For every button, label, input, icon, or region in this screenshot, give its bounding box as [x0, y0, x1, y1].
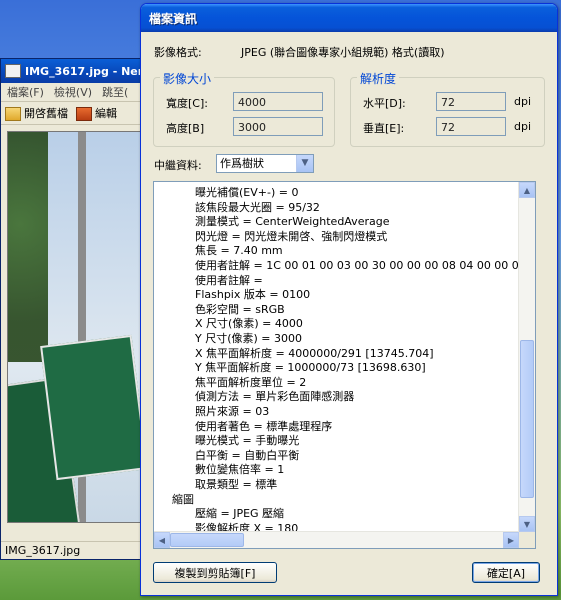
metadata-rows: 曝光補償(EV+-) = 0 該焦段最大光圈 = 95/32 測量模式 = Cent… — [154, 182, 519, 532]
horizontal-field[interactable]: 72 — [436, 92, 506, 111]
horizontal-label: 水平[D]: — [363, 97, 406, 110]
chevron-down-icon[interactable]: ▼ — [296, 155, 313, 172]
metadata-row[interactable]: 曝光模式 = 手動曝光 — [195, 433, 299, 448]
metadata-row[interactable]: 該焦段最大光圈 = 95/32 — [195, 200, 320, 215]
image-file-icon — [5, 64, 21, 78]
width-label: 寬度[C]: — [166, 97, 208, 110]
scroll-corner — [519, 532, 535, 548]
vertical-field[interactable]: 72 — [436, 117, 506, 136]
metadata-row[interactable]: 使用者註解 = — [195, 273, 263, 288]
metadata-row[interactable]: Y 焦平面解析度 = 1000000/73 [13698.630] — [195, 360, 426, 375]
background-window: IMG_3617.jpg - Nero 檔案(F) 檢視(V) 跳至( 開啓舊檔… — [0, 58, 152, 560]
metadata-row[interactable]: 曝光補償(EV+-) = 0 — [195, 185, 298, 200]
metadata-row[interactable]: 測量模式 = CenterWeightedAverage — [195, 214, 389, 229]
menu-view[interactable]: 檢視(V) — [54, 84, 92, 100]
metadata-row[interactable]: 縮圖 — [172, 492, 194, 507]
scroll-right-button[interactable]: ▶ — [503, 532, 519, 548]
metadata-row[interactable]: 色彩空間 = sRGB — [195, 302, 285, 317]
metadata-row[interactable]: 焦長 = 7.40 mm — [195, 243, 283, 258]
metadata-row[interactable]: 取景類型 = 標準 — [195, 477, 277, 492]
photo-sign — [40, 334, 142, 481]
background-window-title: IMG_3617.jpg - Nero — [25, 64, 151, 78]
status-bar: IMG_3617.jpg — [1, 541, 151, 559]
image-size-legend: 影像大小 — [160, 70, 215, 87]
open-button[interactable]: 開啓舊檔 — [5, 105, 68, 121]
dialog-titlebar[interactable]: 檔案資訊 — [141, 4, 557, 32]
metadata-row[interactable]: 偵測方法 = 單片彩色面陣感測器 — [195, 389, 354, 404]
metadata-view-select[interactable]: 作爲樹狀 ▼ — [216, 154, 314, 173]
toolbar: 開啓舊檔 編輯 — [1, 102, 151, 125]
metadata-row[interactable]: 使用者註解 = 1C 00 01 00 03 00 30 00 00 00 08… — [195, 258, 519, 273]
horizontal-unit: dpi — [514, 95, 532, 108]
width-field[interactable]: 4000 — [233, 92, 323, 111]
scroll-up-button[interactable]: ▲ — [519, 182, 535, 198]
height-label: 高度[B] — [166, 122, 205, 135]
vertical-scrollbar[interactable]: ▲ ▼ — [518, 182, 535, 532]
edit-image-icon — [76, 107, 92, 121]
edit-button[interactable]: 編輯 — [76, 105, 117, 121]
metadata-row[interactable]: 焦平面解析度單位 = 2 — [195, 375, 306, 390]
height-field[interactable]: 3000 — [233, 117, 323, 136]
file-info-dialog: 檔案資訊 影像格式: JPEG (聯合圖像專家小組規範) 格式(讀取) 影像大小… — [140, 3, 558, 596]
copy-to-clipboard-button[interactable]: 複製到剪貼簿[F] — [153, 562, 277, 583]
vertical-scroll-thumb[interactable] — [520, 340, 534, 498]
photo-tree — [8, 132, 48, 362]
photo-preview — [7, 131, 143, 523]
metadata-row[interactable]: Flashpix 版本 = 0100 — [195, 287, 310, 302]
metadata-label: 中繼資料: — [154, 159, 202, 172]
horizontal-scroll-thumb[interactable] — [170, 533, 244, 547]
dialog-title: 檔案資訊 — [149, 11, 198, 26]
format-value: JPEG (聯合圖像專家小組規範) 格式(讀取) — [241, 46, 445, 59]
metadata-row[interactable]: X 尺寸(像素) = 4000 — [195, 316, 303, 331]
resolution-group: 解析度 水平[D]: 72 dpi 垂直[E]: 72 dpi — [350, 70, 545, 147]
menubar: 檔案(F) 檢視(V) 跳至( — [1, 83, 151, 102]
scroll-left-button[interactable]: ◀ — [154, 532, 170, 548]
vertical-unit: dpi — [514, 120, 532, 133]
metadata-row[interactable]: X 焦平面解析度 = 4000000/291 [13745.704] — [195, 346, 434, 361]
open-folder-icon — [5, 107, 21, 121]
resolution-legend: 解析度 — [357, 70, 400, 87]
metadata-row[interactable]: 白平衡 = 自動白平衡 — [195, 448, 299, 463]
scroll-down-button[interactable]: ▼ — [519, 516, 535, 532]
metadata-row[interactable]: 照片來源 = 03 — [195, 404, 269, 419]
format-label: 影像格式: — [154, 46, 202, 59]
image-size-group: 影像大小 寬度[C]: 4000 高度[B] 3000 — [153, 70, 335, 147]
metadata-row[interactable]: Y 尺寸(像素) = 3000 — [195, 331, 302, 346]
metadata-row[interactable]: 使用者著色 = 標準處理程序 — [195, 419, 332, 434]
metadata-row[interactable]: 數位變焦倍率 = 1 — [195, 462, 284, 477]
metadata-tree[interactable]: 曝光補償(EV+-) = 0 該焦段最大光圈 = 95/32 測量模式 = Cent… — [153, 181, 536, 549]
menu-file[interactable]: 檔案(F) — [7, 84, 44, 100]
vertical-label: 垂直[E]: — [363, 122, 405, 135]
background-window-titlebar[interactable]: IMG_3617.jpg - Nero — [1, 59, 151, 83]
ok-button[interactable]: 確定[A] — [472, 562, 540, 583]
horizontal-scrollbar[interactable]: ◀ ▶ — [154, 531, 519, 548]
menu-goto[interactable]: 跳至( — [102, 84, 128, 100]
metadata-row[interactable]: 壓縮 = JPEG 壓縮 — [195, 506, 284, 521]
metadata-row[interactable]: 閃光燈 = 閃光燈未開啓、強制閃燈模式 — [195, 229, 387, 244]
metadata-view-value: 作爲樹狀 — [220, 157, 264, 170]
